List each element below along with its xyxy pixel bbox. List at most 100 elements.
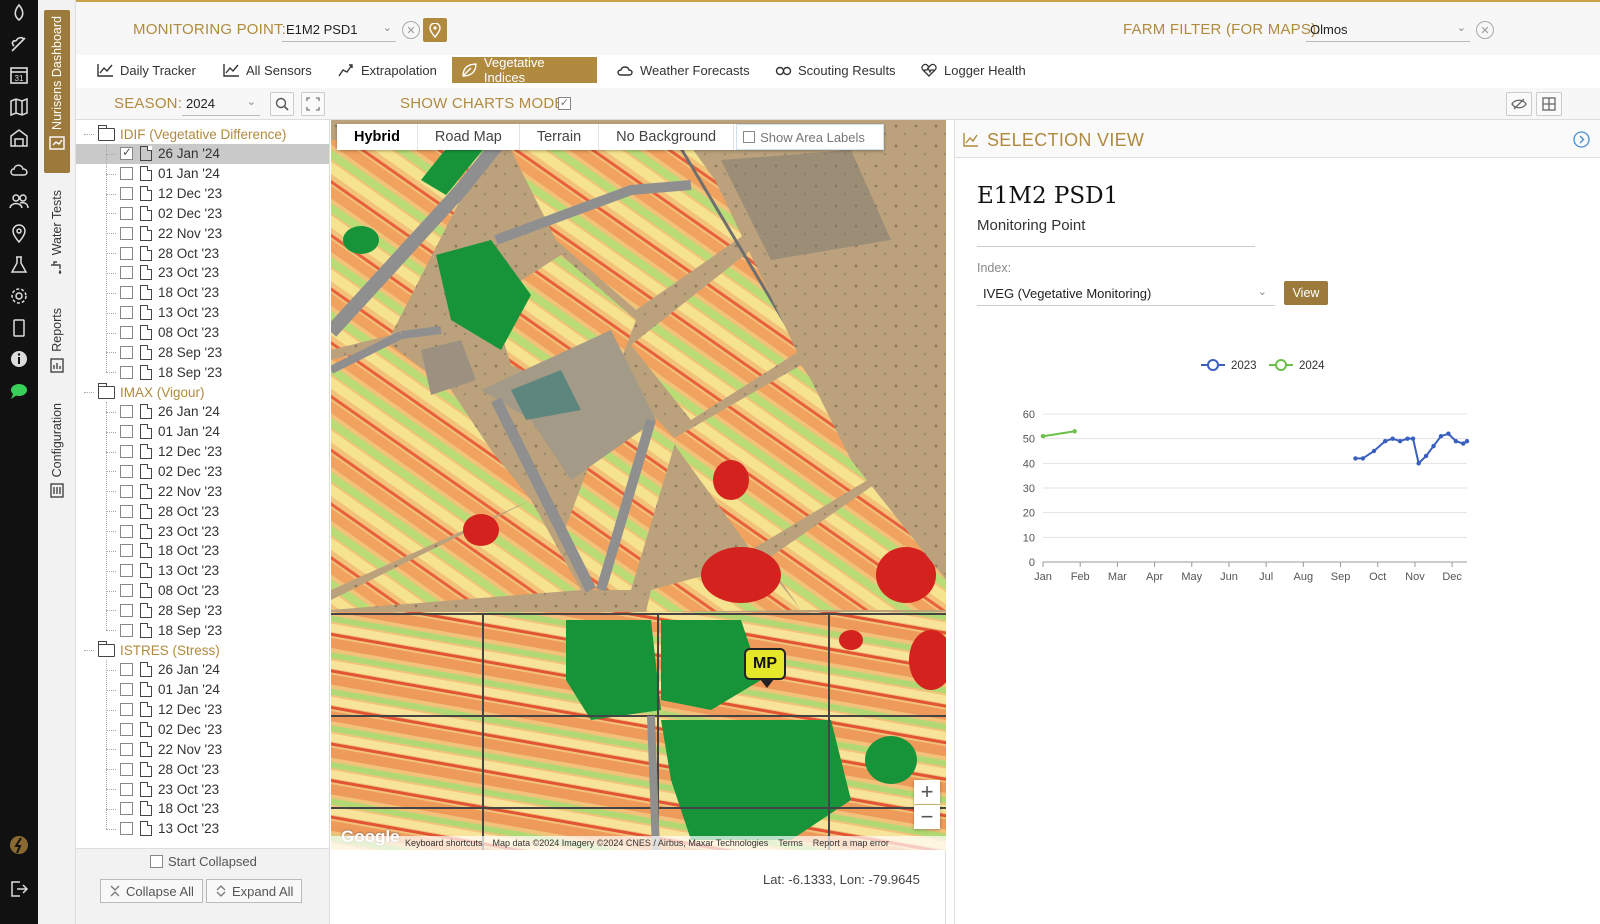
map-type-no-background[interactable]: No Background	[599, 124, 735, 150]
season-select[interactable]: 2024 ⌄	[182, 92, 260, 116]
start-collapsed-option[interactable]: Start Collapsed	[150, 854, 257, 869]
tab-extrapolation[interactable]: Extrapolation	[329, 57, 445, 83]
clear-farm-filter-icon[interactable]: ✕	[1476, 21, 1494, 39]
monitoring-point-select[interactable]: E1M2 PSD1 ⌄	[282, 18, 396, 42]
zoom-out-button[interactable]: −	[914, 804, 940, 829]
vtab-configuration[interactable]: Configuration	[44, 403, 70, 508]
layout-grid-button[interactable]	[1536, 92, 1562, 116]
logout-icon[interactable]	[0, 876, 38, 902]
tree-item-checkbox[interactable]	[120, 544, 133, 558]
tree-item-checkbox[interactable]	[120, 464, 133, 478]
tree-item-checkbox[interactable]	[120, 742, 133, 756]
tab-scouting-results[interactable]: Scouting Results	[766, 57, 904, 83]
vtab-water-tests[interactable]: Water Tests	[44, 190, 70, 285]
tree-item-checkbox[interactable]	[120, 524, 133, 538]
gear-icon[interactable]	[0, 283, 38, 309]
locate-point-button[interactable]	[423, 18, 447, 42]
tree-item-checkbox[interactable]	[120, 246, 133, 260]
tree-item-checkbox[interactable]	[120, 345, 133, 359]
collapse-all-button[interactable]: Collapse All	[100, 879, 203, 903]
leaf-drop-icon[interactable]	[0, 0, 38, 26]
vtab-reports[interactable]: Reports	[44, 308, 70, 380]
expand-all-button[interactable]: Expand All	[206, 879, 303, 903]
clear-monitoring-point-icon[interactable]: ✕	[402, 21, 420, 39]
tree-item-checkbox[interactable]	[120, 802, 133, 816]
terms-link[interactable]: Terms	[778, 838, 803, 848]
tree-item-checkbox[interactable]	[120, 504, 133, 518]
chat-icon[interactable]	[0, 378, 38, 404]
tree-item-checkbox[interactable]	[120, 683, 133, 697]
warehouse-icon[interactable]	[0, 125, 38, 151]
tree-item-checkbox[interactable]	[120, 286, 133, 300]
tree-item-checkbox[interactable]	[120, 782, 133, 796]
tree-item-checkbox[interactable]	[120, 326, 133, 339]
calendar-icon[interactable]: 31	[0, 62, 38, 88]
tree-item-checkbox[interactable]	[120, 603, 133, 617]
tree-item-checkbox[interactable]	[120, 365, 133, 379]
map-type-terrain[interactable]: Terrain	[520, 124, 600, 150]
tree-item-checkbox[interactable]	[120, 445, 133, 459]
farm-filter-select[interactable]: Olmos ⌄	[1306, 18, 1470, 42]
info-icon[interactable]	[0, 346, 38, 372]
location-icon[interactable]	[0, 220, 38, 246]
tree-item-checkbox[interactable]	[120, 187, 133, 201]
dashboard-icon	[49, 136, 65, 150]
tree-group[interactable]: ISTRES (Stress)	[76, 640, 329, 660]
tree-item-checkbox[interactable]	[120, 584, 133, 598]
keyboard-shortcuts-link[interactable]: Keyboard shortcuts	[405, 838, 483, 848]
map-type-road-map[interactable]: Road Map	[418, 124, 520, 150]
index-select[interactable]: IVEG (Vegetative Monitoring) ⌄	[977, 283, 1275, 306]
tab-weather-forecasts[interactable]: Weather Forecasts	[608, 57, 758, 83]
tree-item-checkbox[interactable]	[120, 306, 133, 320]
map-type-hybrid[interactable]: Hybrid	[337, 124, 418, 150]
fullscreen-button[interactable]	[301, 92, 325, 116]
tree-item-checkbox[interactable]	[120, 425, 133, 439]
show-area-labels-option[interactable]: Show Area Labels	[736, 124, 884, 150]
tree-item-checkbox[interactable]	[120, 564, 133, 578]
report-map-error-link[interactable]: Report a map error	[813, 838, 889, 848]
monitoring-point-marker[interactable]: MP	[744, 648, 786, 688]
sprout-icon[interactable]	[0, 31, 38, 57]
satellite-map-image[interactable]	[331, 120, 946, 850]
tree-connector	[106, 749, 116, 751]
map-view[interactable]: Hybrid Road Map Terrain No Background Sh…	[331, 120, 946, 850]
tree-group[interactable]: IMAX (Vigour)	[76, 382, 329, 402]
tab-vegetative-indices[interactable]: Vegetative Indices	[452, 55, 597, 85]
tree-item-checkbox[interactable]	[120, 145, 133, 161]
tab-logger-health[interactable]: Logger Health	[912, 57, 1034, 83]
tree-item-checkbox[interactable]	[120, 206, 133, 220]
vtab-nurisens-dashboard[interactable]: Nurisens Dashboard	[44, 10, 70, 173]
document-icon	[140, 483, 152, 499]
tree-group[interactable]: IDIF (Vegetative Difference)	[76, 124, 329, 144]
tree-item-label: 01 Jan '24	[158, 682, 220, 698]
tablet-icon[interactable]	[0, 315, 38, 341]
search-button[interactable]	[270, 92, 294, 116]
tree-item-checkbox[interactable]	[120, 663, 133, 677]
tree-item-checkbox[interactable]	[120, 703, 133, 717]
tree-item-checkbox[interactable]	[120, 723, 133, 736]
tab-label: All Sensors	[246, 62, 312, 78]
tree-item-checkbox[interactable]	[120, 266, 133, 280]
tree-item-checkbox[interactable]	[120, 484, 133, 498]
tab-daily-tracker[interactable]: Daily Tracker	[88, 57, 204, 83]
tab-all-sensors[interactable]: All Sensors	[214, 57, 320, 83]
x-tick-label: Jun	[1220, 571, 1238, 583]
visibility-toggle-button[interactable]	[1506, 92, 1532, 116]
tree-item-checkbox[interactable]	[120, 762, 133, 776]
tree-item-checkbox[interactable]	[120, 623, 133, 637]
flask-icon[interactable]	[0, 252, 38, 278]
chevron-right-circle-icon[interactable]	[1573, 131, 1590, 148]
map-book-icon[interactable]	[0, 94, 38, 120]
tree-connector	[106, 669, 116, 671]
show-area-labels-checkbox[interactable]	[743, 131, 756, 143]
show-charts-checkbox[interactable]: ✓	[558, 97, 571, 110]
zoom-in-button[interactable]: +	[914, 779, 940, 804]
tree-item-checkbox[interactable]	[120, 822, 133, 836]
tree-item-checkbox[interactable]	[120, 226, 133, 240]
users-icon[interactable]	[0, 188, 38, 214]
view-button[interactable]: View	[1284, 281, 1328, 305]
tree-item-checkbox[interactable]	[120, 167, 133, 181]
start-collapsed-checkbox[interactable]	[150, 855, 163, 868]
cloud-icon[interactable]	[0, 157, 38, 183]
tree-item-checkbox[interactable]	[120, 405, 133, 419]
